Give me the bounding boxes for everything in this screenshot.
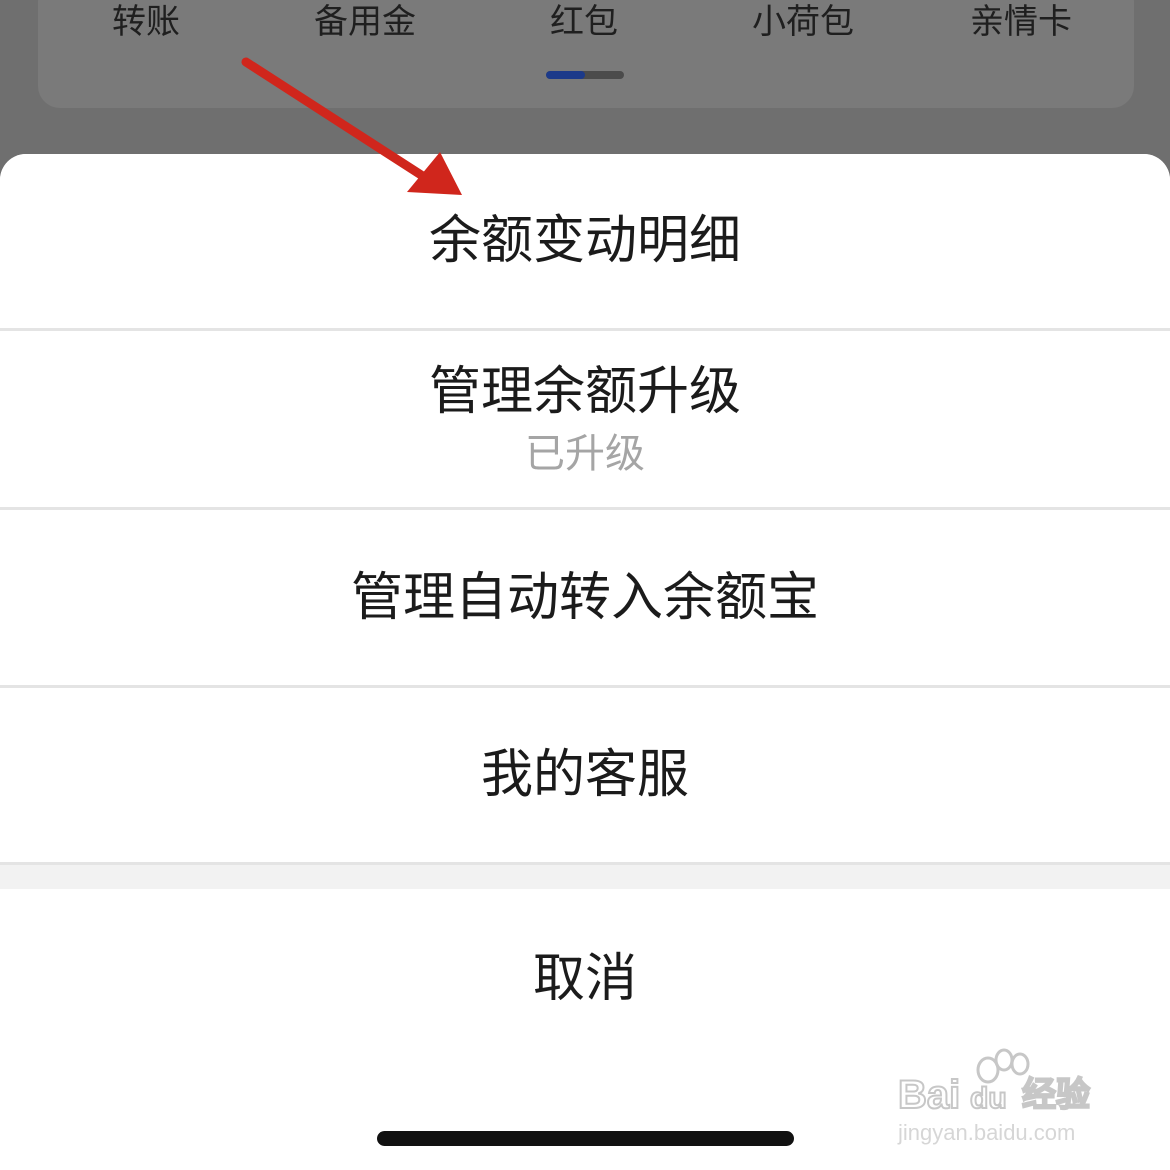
customer-service-label: 我的客服 <box>480 745 689 805</box>
balance-change-details-button[interactable]: 余额变动明细 <box>0 154 1170 328</box>
home-indicator[interactable] <box>377 1131 794 1146</box>
svg-text:经验: 经验 <box>1022 1075 1090 1115</box>
quick-tab-family-card[interactable]: 亲情卡 <box>970 0 1072 44</box>
quick-tab-small-pouch[interactable]: 小荷包 <box>752 0 854 44</box>
svg-text:du: du <box>970 1082 1007 1115</box>
tab-scroll-indicator-fill <box>546 71 585 79</box>
balance-change-details-label: 余额变动明细 <box>428 211 741 271</box>
svg-text:jingyan.baidu.com: jingyan.baidu.com <box>897 1120 1075 1145</box>
quick-tab-red-packet[interactable]: 红包 <box>550 0 618 44</box>
upgrade-status-text: 已升级 <box>525 431 645 477</box>
cancel-label: 取消 <box>532 949 637 1009</box>
action-sheet: 余额变动明细 管理余额升级 已升级 管理自动转入余额宝 我的客服 取消 <box>0 154 1170 1170</box>
svg-text:Bai: Bai <box>898 1073 960 1117</box>
quick-tab-transfer[interactable]: 转账 <box>112 0 180 44</box>
manage-auto-transfer-button[interactable]: 管理自动转入余额宝 <box>0 510 1170 685</box>
baidu-jingyan-watermark-logo: Bai du 经验 jingyan.baidu.com <box>897 1048 1091 1145</box>
section-gap <box>0 865 1170 889</box>
customer-service-button[interactable]: 我的客服 <box>0 688 1170 862</box>
tab-scroll-indicator <box>546 71 624 79</box>
quick-tabs: 转账 备用金 红包 小荷包 亲情卡 <box>38 0 1134 46</box>
manage-balance-upgrade-button[interactable]: 管理余额升级 已升级 <box>0 331 1170 507</box>
quick-tab-reserve-fund[interactable]: 备用金 <box>314 0 416 44</box>
manage-auto-transfer-label: 管理自动转入余额宝 <box>350 567 819 628</box>
manage-balance-upgrade-label: 管理余额升级 <box>428 362 741 422</box>
